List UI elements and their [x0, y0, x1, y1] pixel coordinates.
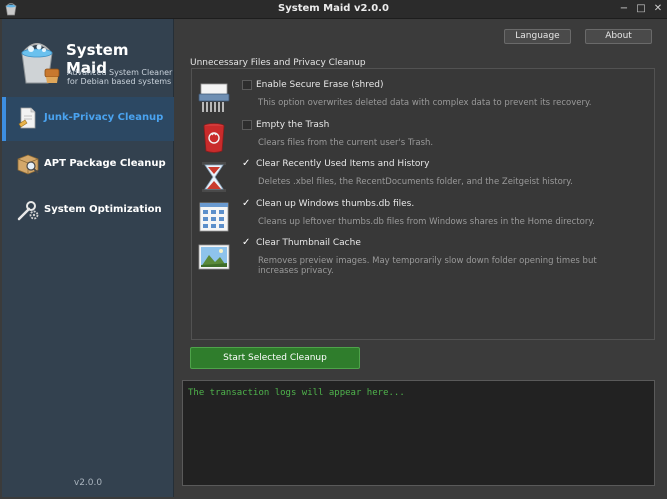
sidebar-item-apt-package[interactable]: APT Package Cleanup [2, 143, 174, 187]
option-empty-trash: Empty the Trash Clears files from the cu… [195, 120, 655, 158]
option-secure-erase: Enable Secure Erase (shred) This option … [195, 80, 655, 118]
sidebar-item-label: APT Package Cleanup [44, 158, 166, 169]
option-recent-items: ✓ Clear Recently Used Items and History … [195, 159, 655, 197]
sidebar-item-system-optimization[interactable]: System Optimization [2, 189, 174, 233]
thumbnail-grid-icon [199, 202, 229, 232]
group-title: Unnecessary Files and Privacy Cleanup [190, 58, 366, 68]
app-tagline-2: for Debian based systems [67, 77, 172, 86]
version-label: v2.0.0 [73, 478, 103, 488]
sidebar-item-junk-privacy[interactable]: Junk-Privacy Cleanup [2, 97, 174, 141]
about-button[interactable]: About [585, 29, 652, 44]
package-search-icon [17, 154, 39, 175]
brand: System Maid Advanced System Cleaner for … [2, 19, 174, 99]
option-label[interactable]: Clean up Windows thumbs.db files. [256, 199, 414, 209]
minimize-button[interactable]: − [617, 2, 631, 16]
option-label[interactable]: Empty the Trash [256, 120, 329, 130]
wrench-gears-icon [17, 201, 39, 221]
trash-icon [203, 123, 225, 153]
option-thumbs-db: ✓ Clean up Windows thumbs.db files. Clea… [195, 199, 655, 237]
maximize-button[interactable]: □ [634, 2, 648, 16]
close-button[interactable]: ✕ [651, 2, 665, 16]
option-label[interactable]: Clear Recently Used Items and History [256, 159, 429, 169]
recent-items-checkbox[interactable]: ✓ [242, 159, 252, 169]
sidebar: System Maid Advanced System Cleaner for … [2, 19, 174, 497]
image-icon [198, 244, 230, 270]
hourglass-icon [202, 162, 226, 192]
option-label[interactable]: Clear Thumbnail Cache [256, 238, 361, 248]
option-description: Deletes .xbel files, the RecentDocuments… [258, 177, 573, 187]
start-cleanup-button[interactable]: Start Selected Cleanup [190, 347, 360, 369]
bucket-brush-icon [21, 43, 60, 84]
app-tagline: Advanced System Cleaner [67, 68, 173, 77]
document-broom-icon [18, 107, 36, 129]
language-button[interactable]: Language [504, 29, 571, 44]
option-description: Clears files from the current user's Tra… [258, 138, 434, 148]
option-description: Cleans up leftover thumbs.db files from … [258, 217, 595, 227]
shredder-icon [198, 83, 230, 112]
transaction-log[interactable]: The transaction logs will appear here... [182, 380, 655, 486]
title-bar: System Maid v2.0.0 − □ ✕ [0, 0, 667, 19]
secure-erase-checkbox[interactable] [242, 80, 252, 90]
sidebar-item-label: Junk-Privacy Cleanup [44, 112, 164, 123]
thumbs-db-checkbox[interactable]: ✓ [242, 199, 252, 209]
option-thumbnail-cache: ✓ Clear Thumbnail Cache Removes preview … [195, 238, 655, 276]
option-label[interactable]: Enable Secure Erase (shred) [256, 80, 383, 90]
thumbnail-cache-checkbox[interactable]: ✓ [242, 238, 252, 248]
log-placeholder: The transaction logs will appear here... [188, 388, 405, 398]
window-title: System Maid v2.0.0 [278, 3, 389, 14]
active-indicator [2, 97, 6, 141]
option-description: Removes preview images. May temporarily … [258, 256, 597, 276]
option-description: This option overwrites deleted data with… [258, 98, 592, 108]
empty-trash-checkbox[interactable] [242, 120, 252, 130]
sidebar-item-label: System Optimization [44, 204, 162, 215]
